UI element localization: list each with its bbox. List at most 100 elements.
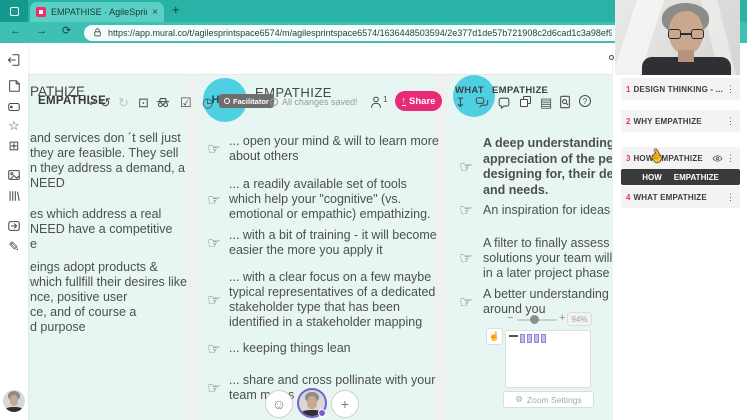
kebab-menu-icon[interactable]: ⋮ [726,116,735,127]
minimap-frame [541,334,546,343]
pointing-hand-icon: ☞ [207,340,221,358]
zoom-percent-badge[interactable]: 94% [567,312,592,326]
voting-icon[interactable]: ☑ [180,96,192,109]
canvas-bullet-item[interactable]: ☞ ... keeping things lean [199,340,433,358]
address-bar[interactable]: https://app.mural.co/t/agilesprintspace6… [84,24,636,41]
add-reaction-button[interactable]: + [331,390,359,418]
import-tool-icon[interactable] [7,219,21,233]
mural-favicon-icon [36,7,46,17]
glasses-icon [691,29,704,39]
pointing-hand-icon: ☞ [207,191,221,209]
autosave-label: All changes saved! [282,97,358,107]
frameworks-tool-icon[interactable]: ⊞ [0,139,28,152]
refresh-icon[interactable]: ⟳ [62,24,71,37]
mural-title[interactable]: EMPATHISE [38,95,106,107]
zoom-out-icon[interactable]: − [507,312,513,324]
facilitator-label: Facilitator [233,96,269,106]
icons-tool-icon[interactable]: ☆ [0,119,28,132]
timer-icon[interactable]: ◷ [202,96,213,109]
collaborator-count: 1 [383,95,388,104]
canvas-bullet-item[interactable]: ☞ ... open your mind & will to learn mor… [199,134,439,164]
webcam-video[interactable] [615,0,740,75]
browser-tab[interactable]: EMPATHISE · AgileSprintSpace × [30,2,164,22]
frame-how-empathize[interactable]: HOW EMPATHIZE ☞ ... open your mind & wil… [197,75,439,420]
screen: EMPATHISE · AgileSprintSpace × + ← → ⟳ h… [0,0,747,420]
canvas-bullet-item[interactable]: ☞ ... with a clear focus on a few maybe … [199,270,435,330]
share-arrow-icon: ↑ [401,95,407,106]
back-icon[interactable]: ← [10,25,21,37]
facilitator-badge[interactable]: Facilitator [219,94,274,108]
redo-icon: ↻ [118,95,129,110]
pointing-hand-icon: ☞ [459,250,473,267]
tab-close-icon[interactable]: × [152,7,158,18]
padlock-icon [94,28,101,37]
zoom-slider[interactable]: − + 94% [505,312,593,326]
outline-item-2[interactable]: 2 WHY EMPATHIZE ⋮ [621,110,740,132]
image-tool-icon[interactable] [7,168,21,182]
kebab-menu-icon[interactable]: ⋮ [726,84,735,95]
canvas-bullet-item[interactable]: ☞ ... a readily available set of tools w… [199,177,433,222]
outline-panel: 1 DESIGN THINKING - ... ⋮ 2 WHY EMPATHIZ… [612,43,747,420]
outline-list-icon[interactable]: ▤ [540,96,552,109]
pointing-hand-icon: ☞ [459,159,473,176]
private-mode-icon[interactable] [156,96,170,109]
sticky-note-tool-icon[interactable] [7,79,21,93]
plus-icon: + [340,396,350,412]
eye-icon[interactable] [712,153,723,164]
tab-title: EMPATHISE · AgileSprintSpace [51,7,147,17]
chat-icon[interactable] [475,96,489,110]
glasses-icon [668,29,681,39]
minimap-frame [527,334,532,343]
pan-hand-button[interactable]: ☝ [486,328,503,345]
canvas-bullet-item[interactable]: ☞ ... with a bit of training - it will b… [199,228,436,258]
url-text: https://app.mural.co/t/agilesprintspace6… [108,27,612,38]
minimap-frame [534,334,539,343]
check-circle-icon: ✓ [270,98,278,106]
minimap[interactable] [505,330,591,388]
autosave-status: ✓ All changes saved! [270,97,358,107]
share-button[interactable]: ↑ Share [395,91,442,111]
export-download-icon[interactable]: ↧ [455,96,466,109]
pointing-hand-icon: ☞ [459,294,473,311]
draw-tool-icon[interactable]: ✎ [0,240,28,253]
share-label: Share [409,95,436,107]
exit-mural-icon[interactable] [7,53,21,67]
activity-history-icon[interactable] [520,96,532,108]
pointing-hand-icon: ☞ [207,292,221,309]
canvas-text-block[interactable]: and services don ´t sell just they are f… [30,131,187,191]
comments-icon[interactable] [497,96,511,110]
collaborators-icon[interactable] [369,95,383,109]
outline-tooltip: HOW EMPATHIZE [621,169,740,185]
text-tool-icon[interactable] [7,100,21,114]
facilitator-circle-icon [224,98,230,104]
smiley-icon: ☺ [271,396,287,412]
pointing-hand-icon: ☞ [207,235,221,252]
sticky-note-mode-icon[interactable]: ⊡ [138,96,149,109]
canvas-text-block[interactable]: eings adopt products & which fullfill th… [30,260,187,335]
find-content-icon[interactable] [558,95,572,109]
user-avatar[interactable] [3,390,25,412]
help-button[interactable]: ? [579,95,591,107]
minimap-view-indicator [509,335,518,337]
outline-item-1[interactable]: 1 DESIGN THINKING - ... ⋮ [621,78,740,100]
browser-workspaces-button[interactable] [0,0,28,22]
forward-icon[interactable]: → [36,25,47,37]
zoom-in-icon[interactable]: + [559,312,565,324]
kebab-menu-icon[interactable]: ⋮ [726,192,735,203]
outline-item-4[interactable]: 4 WHAT EMPATHIZE ⋮ [621,186,740,208]
zoom-settings-button[interactable]: ⚙ Zoom Settings [503,391,594,408]
pointing-hand-icon: ☞ [207,141,221,158]
frame-why-empathize[interactable]: PATHIZE and services don ´t sell just th… [28,75,187,420]
zoom-handle[interactable] [530,315,539,324]
new-tab-button[interactable]: + [172,2,180,17]
tool-sidebar: ☆ ⊞ ✎ [0,43,28,420]
avatar-badge-icon [318,409,326,417]
undo-icon[interactable]: ↺ [100,96,111,109]
content-library-icon[interactable] [7,189,21,203]
kebab-menu-icon[interactable]: ⋮ [726,153,735,164]
pointing-hand-icon: ☞ [459,202,473,219]
workspaces-icon [9,6,19,16]
canvas-text-block[interactable]: es which address a real NEED have a comp… [30,207,187,252]
reaction-emoji-button[interactable]: ☺ [265,390,293,418]
outline-item-3[interactable]: 3 HOW EMPATHIZE ⋮ [621,147,740,169]
